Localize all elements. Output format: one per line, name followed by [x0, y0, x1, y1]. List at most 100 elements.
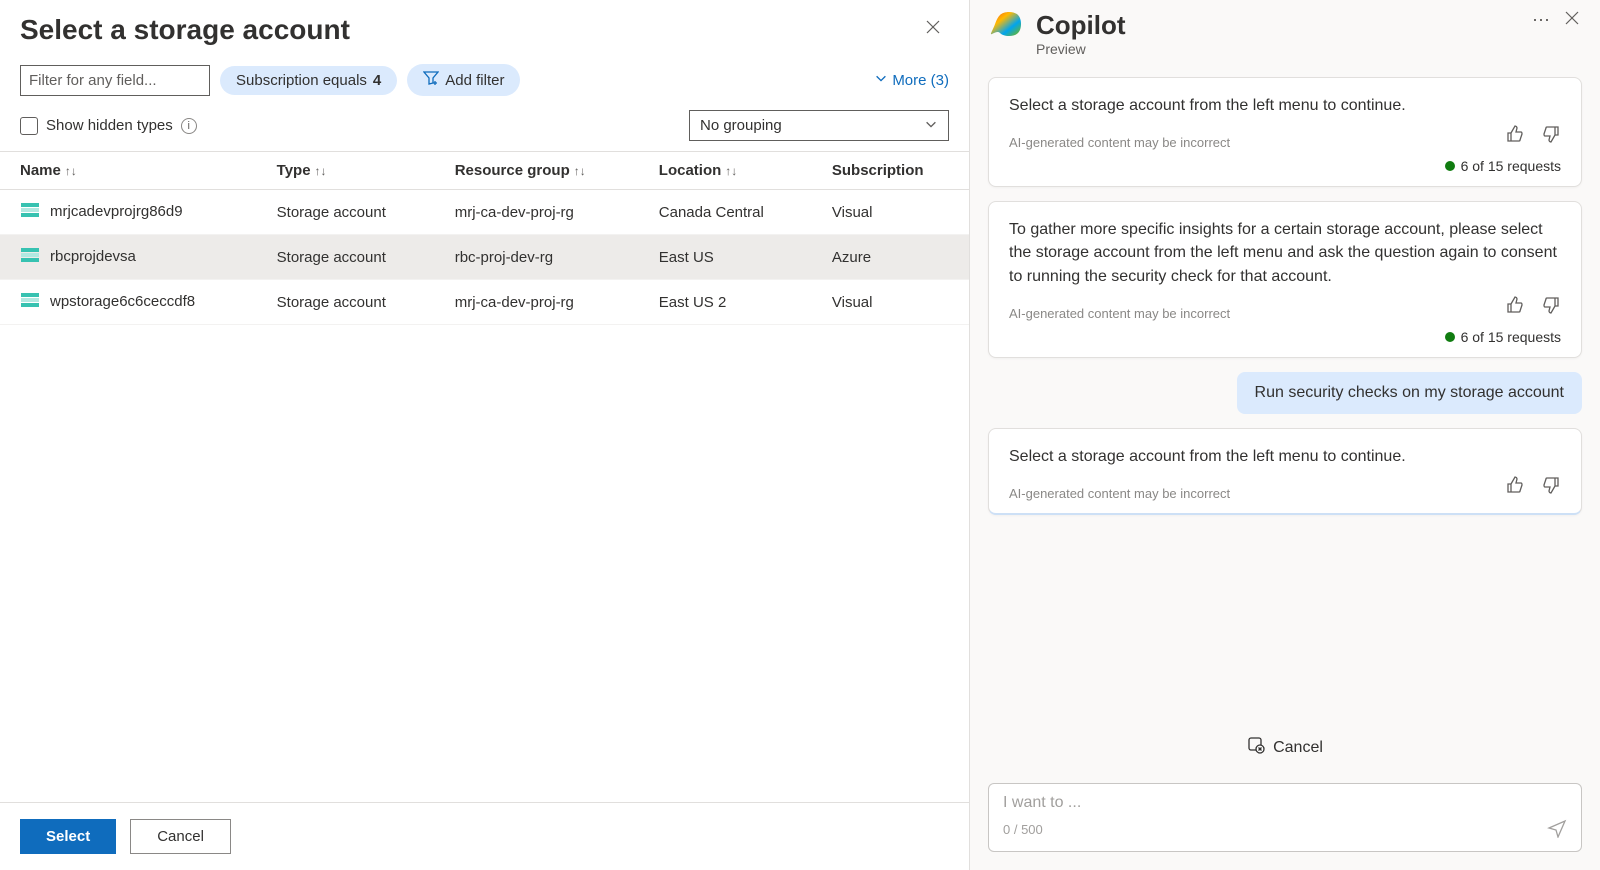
add-filter-label: Add filter: [445, 72, 504, 89]
grouping-dropdown[interactable]: No grouping: [689, 110, 949, 141]
column-header-resource-group[interactable]: Resource group↑↓: [435, 152, 639, 190]
pill-label: Subscription equals: [236, 72, 367, 89]
storage-accounts-table: Name↑↓ Type↑↓ Resource group↑↓ Location↑…: [0, 151, 969, 802]
show-hidden-types-checkbox[interactable]: Show hidden types i: [20, 117, 197, 135]
cell-location: East US: [639, 235, 812, 280]
cancel-button[interactable]: Cancel: [130, 819, 231, 854]
user-message: Run security checks on my storage accoun…: [1237, 372, 1582, 414]
cancel-request-icon: [1247, 736, 1265, 759]
assistant-message: Select a storage account from the left m…: [988, 77, 1582, 187]
picker-header: Select a storage account: [0, 0, 969, 64]
close-icon[interactable]: [921, 14, 945, 45]
sort-icon: ↑↓: [574, 164, 586, 178]
more-icon[interactable]: ⋯: [1532, 10, 1550, 31]
table-row[interactable]: mrjcadevprojrg86d9Storage accountmrj-ca-…: [0, 190, 969, 235]
thumbs-up-icon[interactable]: [1505, 475, 1525, 500]
chevron-down-icon: [874, 71, 888, 89]
add-filter-button[interactable]: Add filter: [407, 64, 520, 96]
more-label: More (3): [892, 72, 949, 89]
copilot-message-list[interactable]: Select a storage account from the left m…: [970, 67, 1600, 732]
grouping-selected: No grouping: [700, 117, 782, 134]
requests-remaining: 6 of 15 requests: [1009, 329, 1561, 345]
cell-name: mrjcadevprojrg86d9: [0, 190, 257, 235]
thumbs-down-icon[interactable]: [1541, 475, 1561, 500]
column-header-type[interactable]: Type↑↓: [257, 152, 435, 190]
cell-type: Storage account: [257, 190, 435, 235]
cell-subscription: Visual: [812, 280, 969, 325]
filter-toolbar: Subscription equals 4 Add filter More (3…: [0, 64, 969, 96]
char-count: 0 / 500: [1003, 822, 1043, 837]
copilot-input-box[interactable]: 0 / 500: [988, 783, 1582, 852]
thumbs-up-icon[interactable]: [1505, 295, 1525, 320]
feedback-buttons: [1505, 475, 1561, 500]
secondary-toolbar: Show hidden types i No grouping: [0, 96, 969, 151]
cell-location: East US 2: [639, 280, 812, 325]
picker-footer: Select Cancel: [0, 802, 969, 870]
column-header-location[interactable]: Location↑↓: [639, 152, 812, 190]
thumbs-down-icon[interactable]: [1541, 295, 1561, 320]
table-header-row: Name↑↓ Type↑↓ Resource group↑↓ Location↑…: [0, 152, 969, 190]
cell-location: Canada Central: [639, 190, 812, 235]
copilot-logo-icon: [990, 10, 1024, 49]
table-row[interactable]: wpstorage6c6ceccdf8Storage accountmrj-ca…: [0, 280, 969, 325]
sort-icon: ↑↓: [315, 164, 327, 178]
copilot-title: Copilot: [1036, 10, 1520, 41]
storage-account-picker-pane: Select a storage account Subscription eq…: [0, 0, 970, 870]
status-dot-icon: [1445, 332, 1455, 342]
copilot-header: Copilot Preview ⋯: [970, 0, 1600, 67]
show-hidden-label: Show hidden types: [46, 117, 173, 134]
subscription-filter-pill[interactable]: Subscription equals 4: [220, 66, 397, 95]
ai-disclaimer: AI-generated content may be incorrect: [1009, 135, 1230, 150]
storage-account-icon: [20, 290, 40, 314]
cell-type: Storage account: [257, 280, 435, 325]
copilot-input-area: 0 / 500: [970, 769, 1600, 870]
feedback-buttons: [1505, 124, 1561, 149]
cell-subscription: Azure: [812, 235, 969, 280]
assistant-message: To gather more specific insights for a c…: [988, 201, 1582, 358]
thumbs-up-icon[interactable]: [1505, 124, 1525, 149]
copilot-prompt-input[interactable]: [1003, 794, 1567, 812]
filter-plus-icon: [423, 70, 439, 90]
pill-value: 4: [373, 72, 381, 89]
send-icon[interactable]: [1547, 818, 1567, 841]
cell-resource-group: mrj-ca-dev-proj-rg: [435, 190, 639, 235]
copilot-cancel-button[interactable]: Cancel: [1247, 736, 1323, 759]
copilot-cancel-row: Cancel: [970, 732, 1600, 769]
cell-name: rbcprojdevsa: [0, 235, 257, 280]
table-row[interactable]: rbcprojdevsaStorage accountrbc-proj-dev-…: [0, 235, 969, 280]
requests-remaining: 6 of 15 requests: [1009, 158, 1561, 174]
copilot-subtitle: Preview: [1036, 41, 1520, 57]
more-filters-link[interactable]: More (3): [874, 71, 949, 89]
copilot-title-block: Copilot Preview: [1036, 10, 1520, 57]
copilot-header-actions: ⋯: [1532, 10, 1580, 31]
status-dot-icon: [1445, 161, 1455, 171]
page-title: Select a storage account: [20, 14, 350, 46]
sort-icon: ↑↓: [65, 164, 77, 178]
chevron-down-icon: [924, 117, 938, 134]
select-button[interactable]: Select: [20, 819, 116, 854]
cell-name: wpstorage6c6ceccdf8: [0, 280, 257, 325]
copilot-pane: Copilot Preview ⋯ Select a storage accou…: [970, 0, 1600, 870]
ai-disclaimer: AI-generated content may be incorrect: [1009, 486, 1230, 501]
thumbs-down-icon[interactable]: [1541, 124, 1561, 149]
storage-account-icon: [20, 200, 40, 224]
ai-disclaimer: AI-generated content may be incorrect: [1009, 306, 1230, 321]
cancel-label: Cancel: [1273, 739, 1323, 757]
storage-account-icon: [20, 245, 40, 269]
cell-resource-group: mrj-ca-dev-proj-rg: [435, 280, 639, 325]
column-header-subscription[interactable]: Subscription: [812, 152, 969, 190]
sort-icon: ↑↓: [725, 164, 737, 178]
column-header-name[interactable]: Name↑↓: [0, 152, 257, 190]
message-text: Select a storage account from the left m…: [1009, 94, 1561, 117]
checkbox-icon: [20, 117, 38, 135]
feedback-buttons: [1505, 295, 1561, 320]
filter-input[interactable]: [20, 65, 210, 96]
assistant-message: Select a storage account from the left m…: [988, 428, 1582, 515]
cell-type: Storage account: [257, 235, 435, 280]
cell-resource-group: rbc-proj-dev-rg: [435, 235, 639, 280]
cell-subscription: Visual: [812, 190, 969, 235]
info-icon[interactable]: i: [181, 118, 197, 134]
message-text: Select a storage account from the left m…: [1009, 445, 1561, 468]
close-icon[interactable]: [1564, 10, 1580, 31]
message-text: To gather more specific insights for a c…: [1009, 218, 1561, 288]
